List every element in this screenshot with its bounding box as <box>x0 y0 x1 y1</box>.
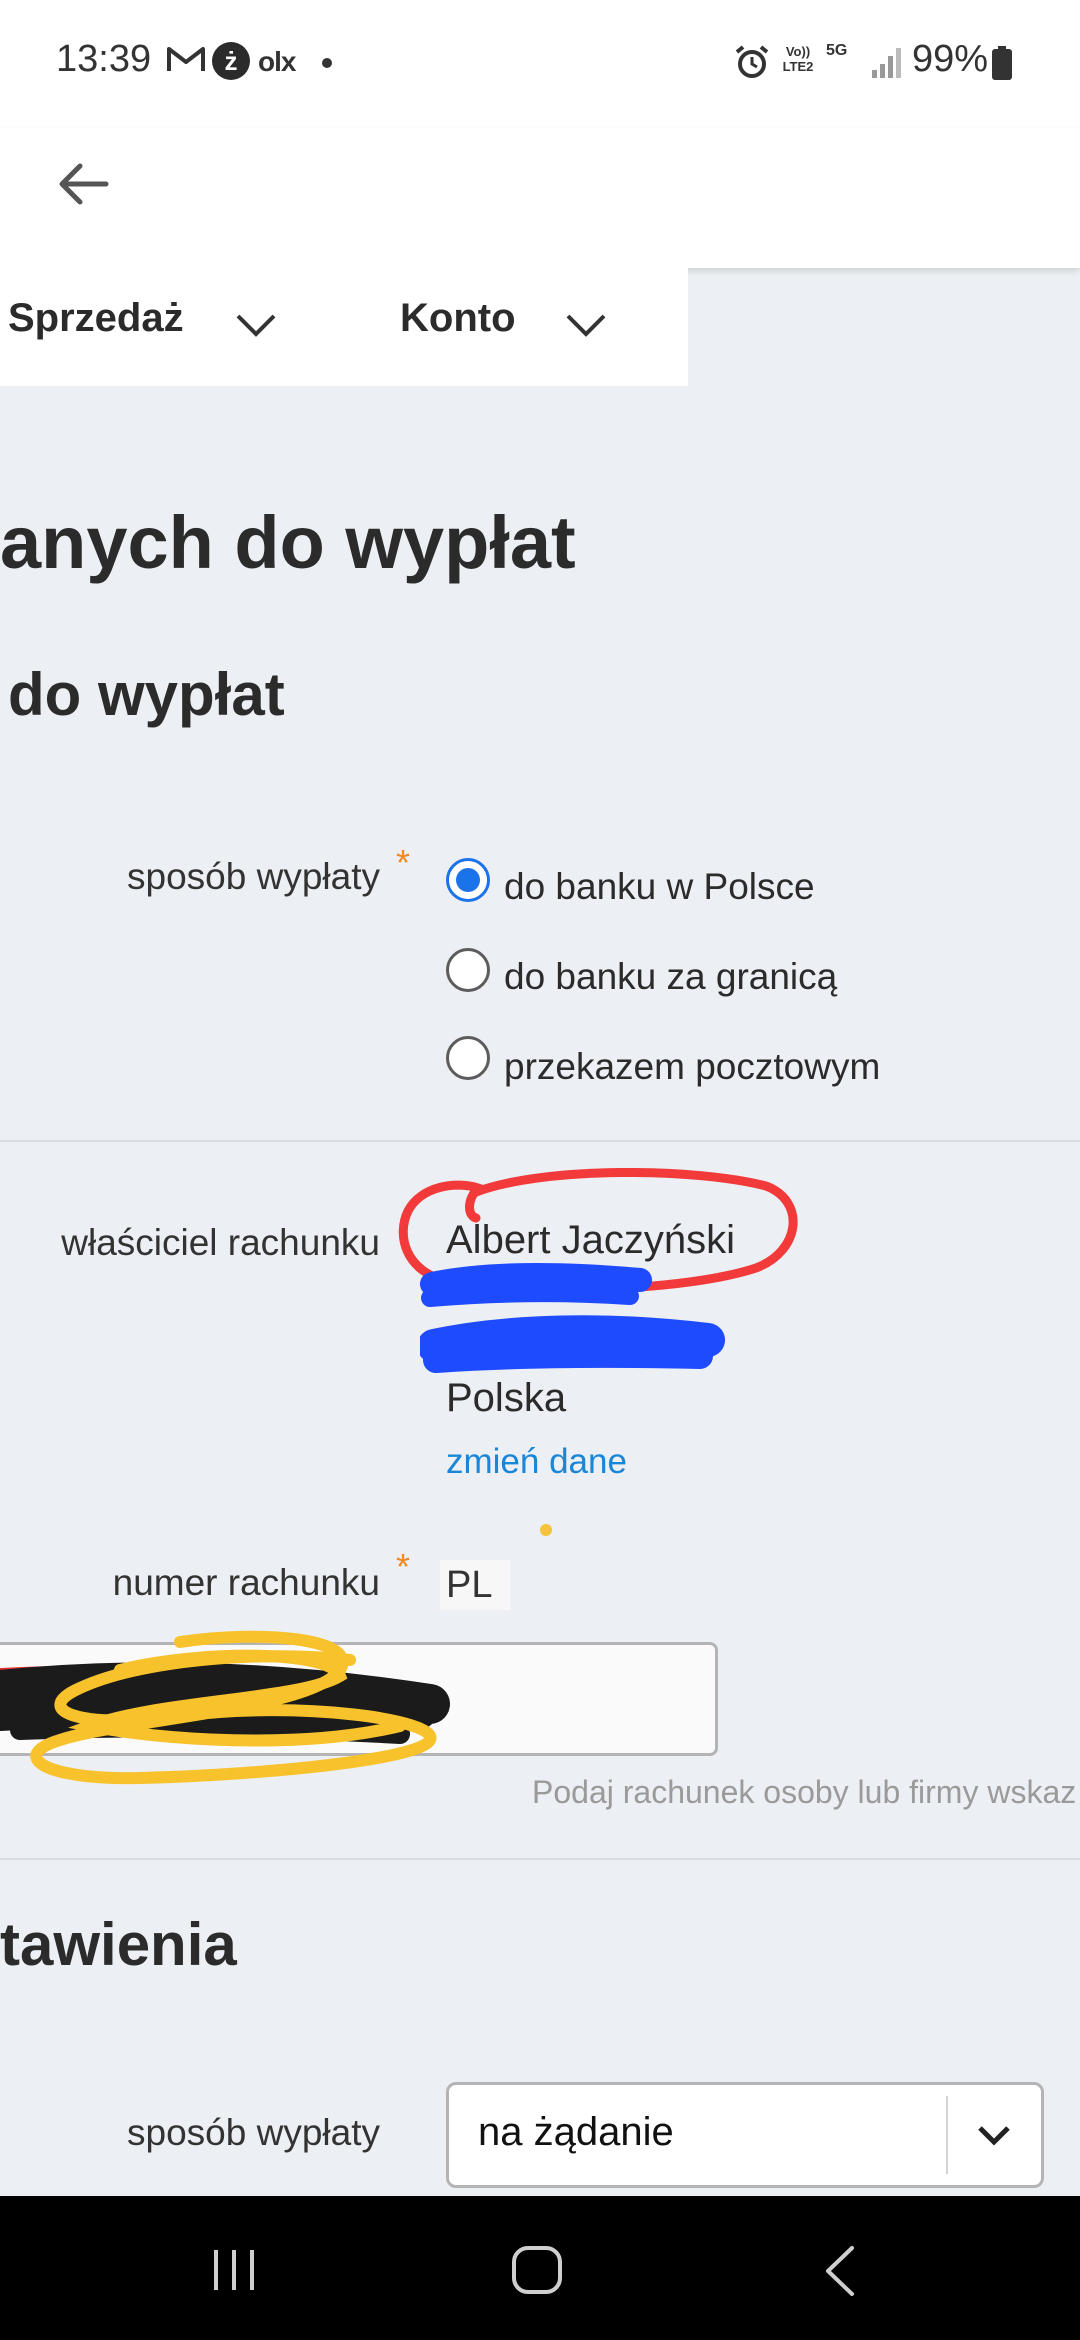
select-separator <box>946 2096 948 2174</box>
nav-sales-menu[interactable]: Sprzedaż <box>8 296 184 341</box>
section-title: do wypłat <box>8 661 285 728</box>
back-button[interactable] <box>40 140 128 228</box>
home-icon[interactable] <box>510 2244 564 2296</box>
account-owner-label: właściciel rachunku <box>61 1222 380 1263</box>
payout-method-label: sposób wypłaty <box>127 856 380 897</box>
radio-postal-order[interactable] <box>446 1036 490 1080</box>
required-marker: * <box>396 1546 411 1587</box>
country-prefix: PL <box>440 1560 510 1610</box>
account-number-hint: Podaj rachunek osoby lub firmy wskaz <box>532 1774 1077 1810</box>
more-notifications-dot <box>322 58 332 68</box>
required-marker: * <box>396 842 411 883</box>
divider <box>0 1140 1080 1142</box>
payout-schedule-label: sposób wypłaty <box>127 2112 380 2153</box>
yellow-redaction-scribble <box>0 1630 450 1785</box>
radio-label-bank-poland[interactable]: do banku w Polsce <box>504 866 815 908</box>
settings-section-title: tawienia <box>0 1911 237 1978</box>
account-owner-country: Polska <box>446 1376 567 1420</box>
battery-icon <box>992 46 1012 80</box>
back-icon[interactable] <box>820 2244 860 2298</box>
recent-apps-icon[interactable] <box>210 2248 260 2292</box>
signal-icon <box>872 48 901 78</box>
blue-redaction-scribble <box>420 1263 725 1373</box>
chevron-down-icon[interactable] <box>972 2118 1016 2154</box>
app-bar <box>0 128 1080 268</box>
radio-label-postal-order[interactable]: przekazem pocztowym <box>504 1046 880 1088</box>
page-title: anych do wypłat <box>0 501 576 584</box>
battery-percent: 99% <box>912 38 989 80</box>
chevron-down-icon[interactable] <box>564 310 608 340</box>
alarm-icon <box>735 45 769 78</box>
radio-bank-poland[interactable] <box>446 858 490 902</box>
volte-indicator: Vo)) LTE2 <box>782 44 814 74</box>
arrow-left-icon <box>59 163 109 205</box>
payout-schedule-value[interactable]: na żądanie <box>478 2110 674 2155</box>
radio-label-bank-abroad[interactable]: do banku za granicą <box>504 956 837 998</box>
yellow-dot-mark <box>540 1524 552 1536</box>
status-time: 13:39 <box>56 38 152 80</box>
z-app-icon: ż <box>212 42 250 80</box>
nav-account-menu[interactable]: Konto <box>400 296 516 341</box>
account-number-label: numer rachunku <box>112 1562 380 1603</box>
network-type: 5G <box>826 42 848 59</box>
divider <box>0 1858 1080 1860</box>
change-data-link[interactable]: zmień dane <box>446 1442 627 1482</box>
gmail-icon <box>167 47 205 71</box>
olx-icon: olx <box>258 46 296 77</box>
chevron-down-icon[interactable] <box>234 310 278 340</box>
radio-bank-abroad[interactable] <box>446 948 490 992</box>
